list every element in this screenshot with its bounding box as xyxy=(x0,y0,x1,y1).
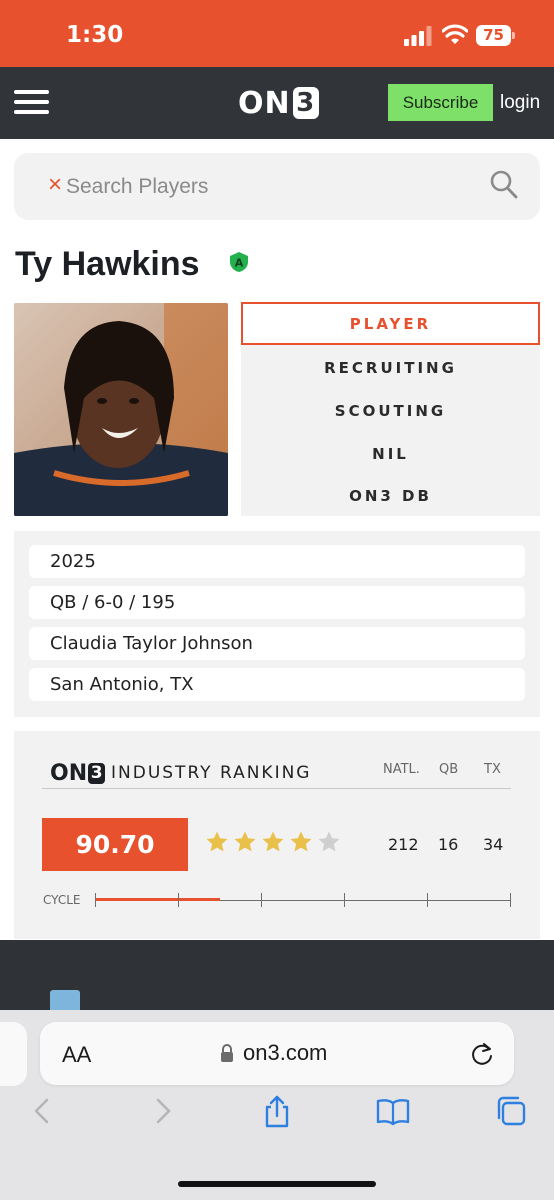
position-rank[interactable]: 16 xyxy=(438,835,458,854)
cycle-tick xyxy=(510,893,511,907)
star-empty-icon xyxy=(318,831,340,852)
cycle-tick xyxy=(95,893,96,907)
cycle-tick xyxy=(178,893,179,907)
star-rating xyxy=(205,830,341,854)
cycle-tick xyxy=(427,893,428,907)
forward-icon[interactable] xyxy=(145,1094,179,1128)
class-year: 2025 xyxy=(29,545,525,578)
lock-icon xyxy=(221,1044,233,1062)
ranking-logo-number: 3 xyxy=(88,763,106,784)
player-name: Ty Hawkins xyxy=(15,245,200,283)
previous-tab-peek[interactable] xyxy=(0,1022,27,1086)
share-icon[interactable] xyxy=(260,1094,294,1128)
col-head-state: TX xyxy=(484,762,501,777)
cellular-signal-icon xyxy=(404,26,432,46)
tab-recruiting[interactable]: RECRUITING xyxy=(241,346,540,389)
state-rank[interactable]: 34 xyxy=(483,835,503,854)
status-bar: 1:30 75 xyxy=(0,0,554,67)
player-info: 2025 QB / 6-0 / 195 Claudia Taylor Johns… xyxy=(14,531,540,717)
cycle-tick xyxy=(261,893,262,907)
rating-score: 90.70 xyxy=(42,818,188,871)
search-input[interactable] xyxy=(66,167,476,207)
reader-aa-button[interactable]: AA xyxy=(62,1042,91,1068)
clear-search-icon[interactable]: × xyxy=(48,173,62,197)
url-text: on3.com xyxy=(243,1040,328,1065)
star-filled-icon xyxy=(206,831,228,852)
logo-text: ON xyxy=(238,85,291,121)
player-photo xyxy=(14,303,228,516)
menu-icon[interactable] xyxy=(14,87,49,117)
col-head-natl: NATL. xyxy=(383,762,420,777)
on3-logo[interactable]: ON 3 xyxy=(238,85,319,121)
tab-nil[interactable]: NIL xyxy=(241,432,540,475)
star-filled-icon xyxy=(262,831,284,852)
top-nav: ON 3 Subscribe login xyxy=(0,67,554,139)
ranking-logo-text: ON xyxy=(50,761,88,786)
hometown: San Antonio, TX xyxy=(29,668,525,701)
cycle-progress xyxy=(95,898,220,901)
ranking-title: INDUSTRY RANKING xyxy=(111,763,312,783)
cycle-tick xyxy=(344,893,345,907)
battery-level: 75 xyxy=(476,25,511,46)
login-link[interactable]: login xyxy=(500,92,540,114)
position-height-weight[interactable]: QB / 6-0 / 195 xyxy=(29,586,525,619)
verified-badge-icon: A xyxy=(230,252,248,272)
status-time: 1:30 xyxy=(66,22,124,48)
star-filled-icon xyxy=(290,831,312,852)
national-rank[interactable]: 212 xyxy=(388,835,419,854)
player-tabs: PLAYER RECRUITING SCOUTING NIL ON3 DB xyxy=(241,302,540,516)
subscribe-button[interactable]: Subscribe xyxy=(388,84,493,121)
address-bar[interactable]: AA on3.com xyxy=(40,1022,514,1085)
col-head-position: QB xyxy=(439,762,459,777)
cycle-label: CYCLE xyxy=(43,893,81,907)
player-search: × xyxy=(14,153,540,220)
industry-ranking-card: ON 3 INDUSTRY RANKING NATL. QB TX 90.70 2… xyxy=(14,731,540,939)
reload-icon[interactable] xyxy=(470,1041,494,1067)
star-filled-icon xyxy=(234,831,256,852)
aa-label: AA xyxy=(62,1042,92,1067)
wifi-icon xyxy=(442,24,468,44)
tab-scouting[interactable]: SCOUTING xyxy=(241,389,540,432)
logo-number: 3 xyxy=(292,87,319,119)
high-school[interactable]: Claudia Taylor Johnson xyxy=(29,627,525,660)
badge-letter: A xyxy=(235,257,244,270)
tab-player[interactable]: PLAYER xyxy=(241,302,540,345)
back-icon[interactable] xyxy=(26,1094,60,1128)
on3-ranking-logo: ON 3 xyxy=(50,761,106,786)
bookmarks-icon[interactable] xyxy=(376,1094,410,1128)
ranking-divider xyxy=(42,788,511,789)
home-indicator xyxy=(178,1181,376,1187)
search-icon[interactable] xyxy=(490,170,518,200)
tab-on3-db[interactable]: ON3 DB xyxy=(241,474,540,517)
tabs-icon[interactable] xyxy=(494,1094,528,1128)
battery-icon: 75 xyxy=(476,25,516,46)
